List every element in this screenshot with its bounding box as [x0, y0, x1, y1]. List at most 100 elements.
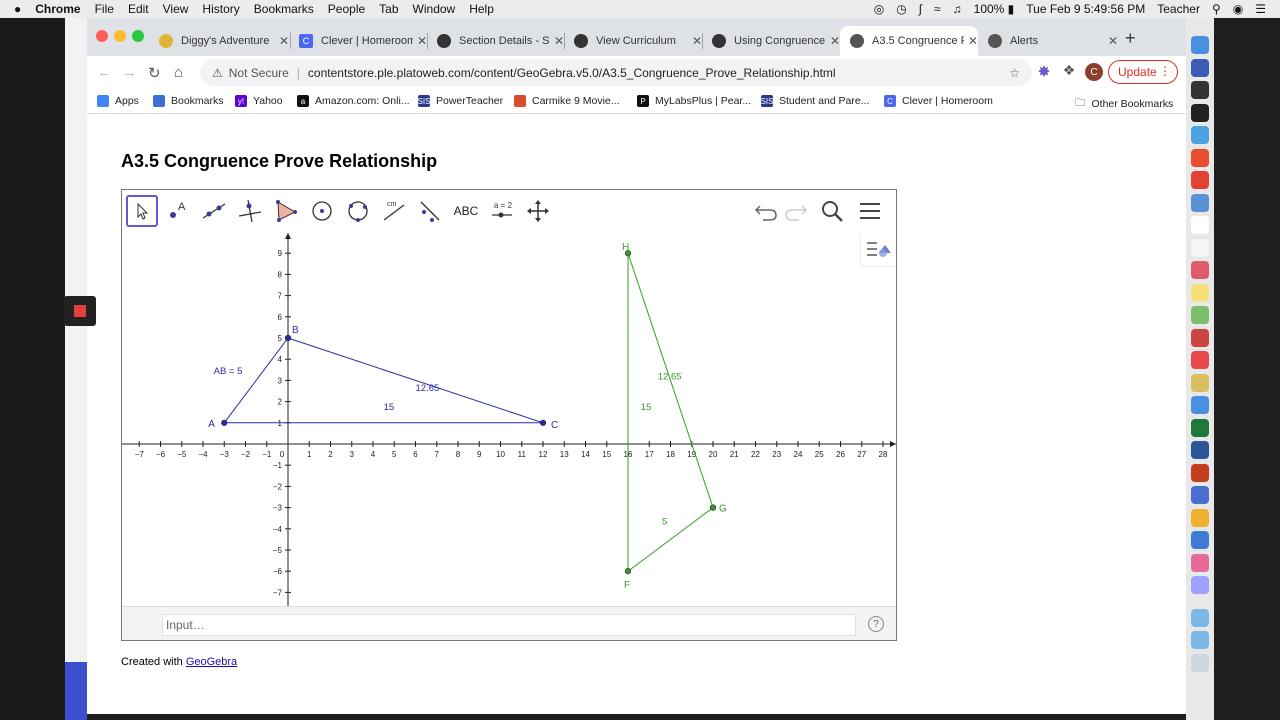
- tab-diggys-adventure[interactable]: Diggy's Adventure ✕: [149, 26, 289, 56]
- app-menu[interactable]: Chrome: [35, 2, 80, 16]
- geogebra-link[interactable]: GeoGebra: [186, 656, 237, 668]
- reload-icon[interactable]: ↻: [148, 64, 161, 82]
- creative-cloud-icon[interactable]: ◎: [874, 2, 884, 16]
- tab-close-icon[interactable]: ✕: [554, 34, 564, 48]
- hamburger-menu-icon[interactable]: [854, 195, 886, 227]
- menu-help[interactable]: Help: [469, 2, 494, 16]
- graphics-view[interactable]: −7 −6 −5 −4 −3 −2 −1 0 1 2 3 4 5 6 7 8 9 10 11 12 13 14 15 16 17…: [122, 233, 896, 606]
- maps-icon[interactable]: [1191, 306, 1209, 324]
- notification-center-icon[interactable]: ☰: [1255, 2, 1266, 16]
- launchpad-icon[interactable]: [1191, 58, 1209, 77]
- bookmark-powerteacher[interactable]: SIS PowerTeacher: [418, 95, 503, 107]
- trash-icon[interactable]: [1191, 653, 1209, 672]
- tab-alerts[interactable]: Alerts ✕: [978, 26, 1118, 56]
- excel-icon[interactable]: [1191, 418, 1209, 437]
- bookmark-amazon[interactable]: a Amazon.com: Onli...: [297, 95, 410, 107]
- sketch-icon[interactable]: [1191, 508, 1209, 527]
- bookmark-bookmarks[interactable]: Bookmarks: [153, 95, 224, 107]
- bookmark-apps[interactable]: Apps: [97, 95, 139, 107]
- finder-icon[interactable]: [1191, 36, 1209, 54]
- tab-close-icon[interactable]: ✕: [279, 34, 289, 48]
- measure-tool-icon[interactable]: cm: [378, 195, 410, 227]
- profile-avatar[interactable]: C: [1085, 63, 1103, 81]
- back-arrow-icon[interactable]: ←: [97, 64, 112, 81]
- text-tool-icon[interactable]: ABC: [450, 195, 482, 227]
- redo-icon[interactable]: [780, 195, 812, 227]
- system-prefs-icon[interactable]: [1191, 81, 1209, 99]
- search-icon[interactable]: [816, 195, 848, 227]
- keynote-icon[interactable]: [1191, 486, 1209, 504]
- forward-arrow-icon[interactable]: →: [122, 64, 137, 81]
- tab-a35-congruence[interactable]: A3.5 Congruence P ✕: [840, 26, 978, 56]
- menubar-clock[interactable]: Tue Feb 9 5:49:56 PM: [1026, 2, 1145, 16]
- tab-using-congruence[interactable]: Using Congruence ✕: [702, 26, 840, 56]
- zoom-window-button[interactable]: [132, 30, 144, 42]
- not-secure-label[interactable]: Not Secure: [229, 66, 289, 80]
- time-machine-icon[interactable]: ◷: [896, 2, 906, 16]
- tab-close-icon[interactable]: ✕: [692, 34, 702, 48]
- slider-tool-icon[interactable]: a = 2: [486, 195, 518, 227]
- tab-close-icon[interactable]: ✕: [417, 34, 427, 48]
- tab-close-icon[interactable]: ✕: [830, 34, 840, 48]
- reflect-tool-icon[interactable]: [414, 195, 446, 227]
- move-graphics-view-tool-icon[interactable]: [522, 195, 554, 227]
- mail-icon[interactable]: [1191, 396, 1209, 414]
- chrome-icon[interactable]: [1191, 171, 1209, 189]
- algebra-input-field[interactable]: Input…: [162, 614, 856, 636]
- perpendicular-line-tool-icon[interactable]: [234, 195, 266, 227]
- battery-status[interactable]: 100% ▮: [974, 2, 1015, 16]
- preview-icon[interactable]: [1191, 193, 1209, 212]
- screen-recorder-stop-button[interactable]: [64, 296, 96, 326]
- spotlight-icon[interactable]: ⚲: [1212, 2, 1221, 16]
- bluetooth-icon[interactable]: ∫: [919, 2, 922, 16]
- menu-bookmarks[interactable]: Bookmarks: [254, 2, 314, 16]
- siri-icon[interactable]: ◉: [1233, 2, 1243, 16]
- stickies-icon[interactable]: [1191, 283, 1209, 302]
- menu-history[interactable]: History: [202, 2, 239, 16]
- circle-three-points-tool-icon[interactable]: [342, 195, 374, 227]
- extension-icon[interactable]: ✸: [1035, 62, 1053, 81]
- other-bookmarks[interactable]: 🗀 Other Bookmarks: [1075, 95, 1173, 113]
- music-icon[interactable]: [1191, 351, 1209, 369]
- minimize-window-button[interactable]: [114, 30, 126, 42]
- menu-edit[interactable]: Edit: [128, 2, 149, 16]
- dashboard-icon[interactable]: [1191, 103, 1209, 122]
- new-tab-button[interactable]: +: [1125, 28, 1136, 49]
- input-help-icon[interactable]: ?: [868, 616, 884, 632]
- tab-view-curriculum[interactable]: View Curriculum ✕: [564, 26, 702, 56]
- apple-menu-icon[interactable]: ●: [14, 2, 21, 16]
- home-icon[interactable]: ⌂: [174, 64, 183, 81]
- bookmark-star-icon[interactable]: ☆: [1009, 66, 1020, 80]
- menu-file[interactable]: File: [95, 2, 114, 16]
- undo-icon[interactable]: [750, 195, 782, 227]
- folder-icon[interactable]: [1191, 576, 1209, 594]
- word-icon[interactable]: [1191, 441, 1209, 459]
- books-icon[interactable]: [1191, 373, 1209, 392]
- menu-tab[interactable]: Tab: [379, 2, 398, 16]
- update-button[interactable]: Update ⋮: [1108, 60, 1178, 84]
- close-window-button[interactable]: [96, 30, 108, 42]
- move-tool-icon[interactable]: [126, 195, 158, 227]
- menu-window[interactable]: Window: [413, 2, 456, 16]
- photos-icon[interactable]: [1191, 261, 1209, 279]
- circle-tool-icon[interactable]: [306, 195, 338, 227]
- app-store-icon[interactable]: [1191, 531, 1209, 549]
- downloads-folder-icon[interactable]: [1191, 608, 1209, 627]
- bookmark-mylabsplus[interactable]: P MyLabsPlus | Pear...: [637, 95, 751, 107]
- address-bar[interactable]: ⚠ Not Secure | contentstore.ple.platoweb…: [200, 59, 1032, 86]
- polygon-tool-icon[interactable]: [270, 195, 302, 227]
- menu-view[interactable]: View: [163, 2, 189, 16]
- extensions-puzzle-icon[interactable]: ❖: [1060, 62, 1078, 80]
- bookmark-student-parent[interactable]: SIS Student and Pare...: [761, 95, 869, 107]
- powerpoint-icon[interactable]: [1191, 463, 1209, 482]
- line-tool-icon[interactable]: [198, 195, 230, 227]
- url-text[interactable]: contentstore.ple.platoweb.com/content/Ge…: [308, 66, 836, 80]
- sidecar-icon[interactable]: [1191, 553, 1209, 572]
- notes-icon[interactable]: [1191, 238, 1209, 257]
- safari-icon[interactable]: [1191, 126, 1209, 144]
- warning-icon[interactable]: ⚠: [212, 66, 223, 80]
- menubar-user[interactable]: Teacher: [1157, 2, 1200, 16]
- firefox-icon[interactable]: [1191, 148, 1209, 167]
- wifi-icon[interactable]: ≈: [934, 2, 941, 16]
- volume-icon[interactable]: ♫: [953, 2, 962, 16]
